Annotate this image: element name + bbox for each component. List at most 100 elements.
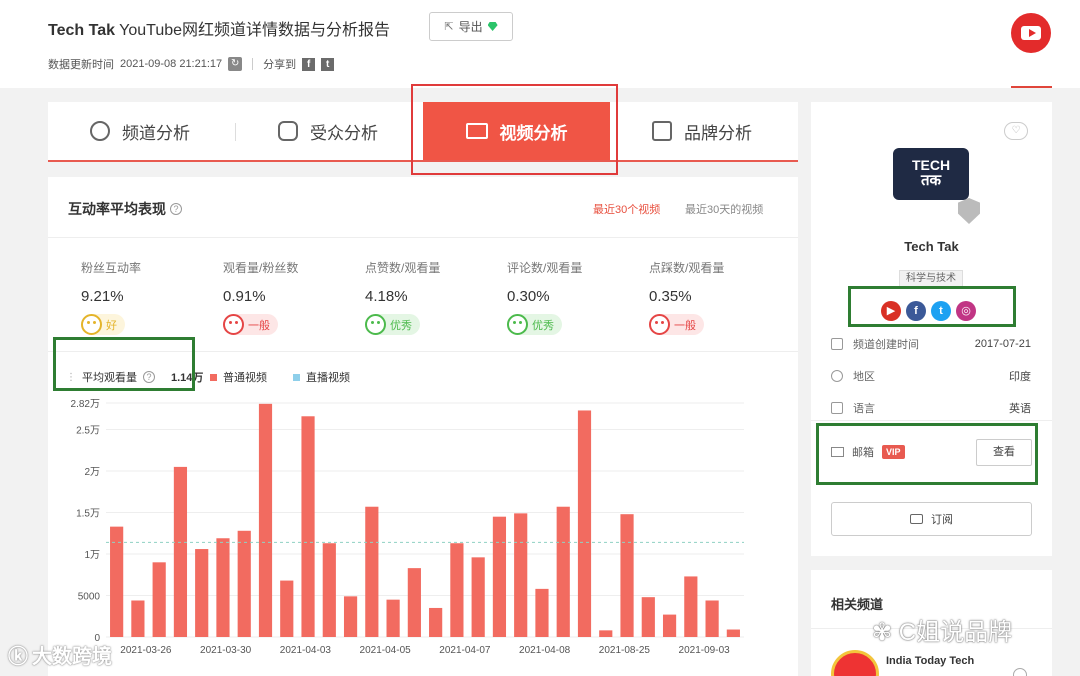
x-tick-label: 2021-04-05 [360, 645, 412, 656]
info-label: 语言 [853, 403, 875, 415]
add-icon[interactable] [1013, 668, 1027, 676]
share-label: 分享到 [263, 59, 297, 71]
section-title: 互动率平均表现 ? [68, 199, 182, 219]
smile-face-icon [365, 314, 386, 335]
bar [131, 600, 145, 637]
related-channel-logo[interactable] [831, 650, 879, 676]
info-language: 语言 英语 [831, 399, 1031, 417]
bar [556, 506, 570, 637]
info-value: 英语 [1009, 403, 1031, 415]
bar [429, 607, 443, 637]
page-title: Tech Tak YouTube网红频道详情数据与分析报告 [48, 16, 390, 40]
tab-label: 频道分析 [122, 123, 190, 143]
rating-badge: 优秀 [365, 314, 420, 335]
update-time: 2021-09-08 21:21:17 [120, 58, 223, 70]
legend-swatch [210, 373, 217, 381]
legend-swatch [293, 373, 300, 381]
rating-badge: 一般 [223, 314, 278, 335]
bar [492, 516, 507, 637]
bar [173, 466, 188, 637]
channel-card: ♡ TECH तक Tech Tak 科学与技术 ▶ f t ◎ 频道创建时间 … [811, 102, 1052, 556]
rating-badge: 好 [81, 314, 125, 335]
tab-audience-analysis[interactable]: 受众分析 [278, 102, 378, 160]
bar [705, 600, 719, 637]
legend-normal-video[interactable]: 普通视频 [210, 369, 267, 385]
rating-text: 优秀 [532, 319, 554, 332]
bar [577, 410, 592, 637]
facebook-share-icon[interactable]: f [302, 57, 316, 71]
bar [620, 514, 634, 637]
tab-label: 品牌分析 [684, 123, 752, 143]
metric-fan-engagement: 粉丝互动率 9.21% 好 [81, 259, 221, 340]
twitter-share-icon[interactable]: t [321, 57, 335, 71]
rating-badge: 一般 [649, 314, 704, 335]
y-tick-label: 2万 [84, 467, 100, 478]
rating-text: 优秀 [390, 319, 412, 332]
channel-logo: TECH तक [893, 148, 969, 200]
x-tick-label: 2021-04-08 [519, 645, 571, 656]
metric-label: 点赞数/观看量 [365, 261, 441, 275]
bar [195, 549, 209, 637]
tab-label: 受众分析 [310, 123, 378, 143]
export-button[interactable]: ⇱ 导出 [429, 12, 513, 41]
channel-name: Tech Tak [904, 239, 959, 254]
info-label: 地区 [853, 371, 875, 383]
bar [599, 630, 613, 637]
info-value: 2017-07-21 [974, 338, 1031, 350]
export-label: 导出 [458, 20, 483, 34]
location-icon [831, 370, 843, 382]
metric-views-per-fan: 观看量/粉丝数 0.91% 一般 [223, 259, 363, 340]
tab-channel-analysis[interactable]: 频道分析 [90, 102, 190, 160]
title-suffix: YouTube网红频道详情数据与分析报告 [114, 22, 391, 39]
info-created: 频道创建时间 2017-07-21 [831, 335, 1031, 353]
bar [471, 557, 485, 637]
bar [237, 530, 251, 637]
metric-dislikes-per-view: 点踩数/观看量 0.35% 一般 [649, 259, 789, 340]
audience-icon [278, 121, 298, 141]
related-channel-name[interactable]: India Today Tech [886, 655, 974, 667]
filter-recent-30-days[interactable]: 最近30天的视频 [685, 201, 763, 217]
neutral-face-icon [81, 314, 102, 335]
category-tag: 科学与技术 [899, 270, 963, 287]
filter-recent-30-videos[interactable]: 最近30个视频 [593, 201, 660, 217]
logo-text-line1: TECH [911, 157, 951, 173]
legend-live-video[interactable]: 直播视频 [293, 369, 350, 385]
y-tick-label: 2.82万 [71, 399, 100, 410]
highlight-box-video-tab [411, 84, 618, 175]
metric-value: 0.30% [507, 288, 550, 305]
x-tick-label: 2021-04-03 [280, 645, 332, 656]
export-icon: ⇱ [444, 21, 454, 33]
verified-shield-icon [958, 198, 980, 224]
section-title-text: 互动率平均表现 [68, 201, 166, 217]
metric-comments-per-view: 评论数/观看量 0.30% 优秀 [507, 259, 647, 340]
diamond-icon [487, 22, 498, 31]
bar [280, 580, 294, 637]
info-label: 频道创建时间 [853, 339, 919, 351]
divider [252, 58, 254, 70]
page-header: Tech Tak YouTube网红频道详情数据与分析报告 ⇱ 导出 数据更新时… [0, 0, 1080, 88]
metric-value: 0.35% [649, 288, 692, 305]
divider [48, 237, 798, 238]
subscribe-button[interactable]: 订阅 [831, 502, 1032, 536]
y-tick-label: 2.5万 [76, 426, 100, 437]
subscribe-label: 订阅 [931, 514, 953, 526]
bar [641, 597, 655, 637]
metric-value: 4.18% [365, 288, 408, 305]
y-tick-label: 1.5万 [76, 509, 100, 520]
bar [365, 506, 379, 637]
tab-brand-analysis[interactable]: 品牌分析 [652, 102, 752, 160]
bar [726, 629, 740, 637]
update-label: 数据更新时间 [48, 59, 114, 71]
x-tick-label: 2021-03-26 [120, 645, 172, 656]
bar [514, 513, 528, 637]
metric-label: 粉丝互动率 [81, 261, 142, 275]
favorite-heart-icon[interactable]: ♡ [1004, 122, 1028, 140]
related-title: 相关频道 [831, 597, 884, 612]
metric-label: 评论数/观看量 [507, 261, 583, 275]
help-icon[interactable]: ? [170, 203, 182, 215]
bar [684, 576, 698, 637]
refresh-icon[interactable]: ↻ [228, 57, 243, 71]
x-tick-label: 2021-04-07 [439, 645, 491, 656]
watermark-logo-icon: ⓚ [8, 646, 28, 668]
x-tick-label: 2021-03-30 [200, 645, 252, 656]
